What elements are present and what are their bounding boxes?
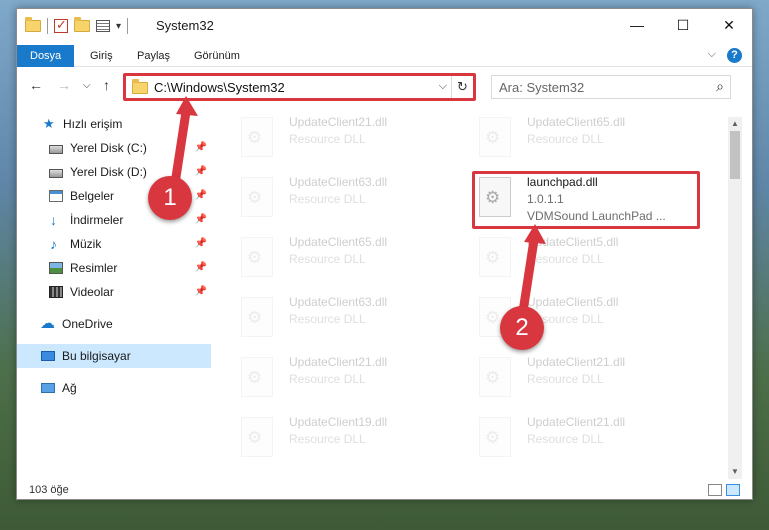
arrow-1-head — [176, 96, 198, 116]
annotation-arrows — [169, 96, 546, 323]
arrow-2-head — [524, 224, 546, 244]
callout-step-2: 2 — [500, 306, 544, 350]
callout-step-1: 1 — [148, 176, 192, 220]
